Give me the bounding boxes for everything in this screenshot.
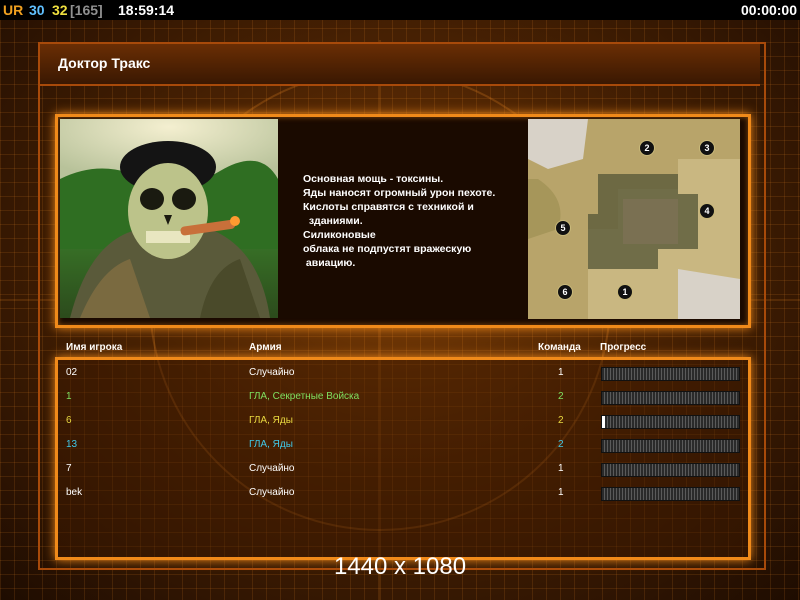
progress-bar [601, 367, 740, 381]
spawn-marker: 2 [639, 140, 655, 156]
description-line: Яды наносят огромный урон пехоте. [303, 187, 496, 199]
spawn-marker: 6 [557, 284, 573, 300]
player-name: 6 [66, 415, 72, 426]
spawn-marker: 4 [699, 203, 715, 219]
player-team: 2 [558, 439, 564, 450]
column-header-player: Имя игрока [66, 342, 123, 353]
player-army: Случайно [249, 367, 295, 378]
player-row: bek Случайно 1 [0, 487, 800, 501]
player-row: 13 ГЛА, Яды 2 [0, 439, 800, 453]
player-team: 1 [558, 487, 564, 498]
game-timer: 00:00:00 [740, 2, 797, 18]
progress-bar [601, 391, 740, 405]
description-line: облака не подпустят вражескую [303, 243, 472, 255]
description-line: Силиконовые [303, 229, 376, 241]
column-header-team: Команда [538, 342, 581, 353]
status-bar: UR 30 32 [165] 18:59:14 00:00:00 [0, 0, 800, 20]
clock: 18:59:14 [118, 2, 175, 18]
column-header-progress: Прогресс [600, 342, 647, 353]
player-army: ГЛА, Секретные Войска [249, 391, 360, 402]
progress-bar [601, 439, 740, 453]
player-army: ГЛА, Яды [249, 439, 293, 450]
player-army: Случайно [249, 487, 295, 498]
portrait-image [60, 119, 278, 318]
spawn-marker: 1 [617, 284, 633, 300]
general-portrait [60, 119, 278, 318]
player-row: 7 Случайно 1 [0, 463, 800, 477]
player-army: ГЛА, Яды [249, 415, 293, 426]
player-team: 2 [558, 415, 564, 426]
title-bar: Доктор Тракс [40, 44, 760, 86]
resolution-label: 1440 x 1080 [333, 553, 467, 580]
player-name: 02 [66, 367, 78, 378]
general-description: Основная мощь - токсины. Яды наносят огр… [303, 172, 495, 270]
player-name: 13 [66, 439, 78, 450]
player-team: 1 [558, 367, 564, 378]
minimap: 2 3 4 5 6 1 [528, 119, 740, 319]
page-title: Доктор Тракс [58, 55, 151, 71]
fps-value: 30 [29, 2, 45, 18]
progress-fill [602, 416, 605, 428]
player-row: 1 ГЛА, Секретные Войска 2 [0, 391, 800, 405]
player-row: 02 Случайно 1 [0, 367, 800, 381]
description-line: Основная мощь - токсины. [303, 173, 444, 185]
ur-label: UR [3, 2, 24, 18]
spawn-marker: 3 [699, 140, 715, 156]
fps-secondary: 32 [52, 2, 68, 18]
description-line: Кислоты справятся с техникой и [303, 201, 474, 213]
description-line: зданиями. [303, 215, 363, 227]
player-row: 6 ГЛА, Яды 2 [0, 415, 800, 429]
description-line: авиацию. [303, 257, 356, 269]
column-header-army: Армия [249, 342, 282, 353]
spawn-marker: 5 [555, 220, 571, 236]
player-team: 2 [558, 391, 564, 402]
player-list-panel [55, 357, 751, 560]
player-name: 1 [66, 391, 72, 402]
progress-bar [601, 415, 740, 429]
player-army: Случайно [249, 463, 295, 474]
player-name: bek [66, 487, 83, 498]
player-name: 7 [66, 463, 72, 474]
player-team: 1 [558, 463, 564, 474]
bracket-value: [165] [70, 2, 103, 18]
progress-bar [601, 463, 740, 477]
progress-bar [601, 487, 740, 501]
